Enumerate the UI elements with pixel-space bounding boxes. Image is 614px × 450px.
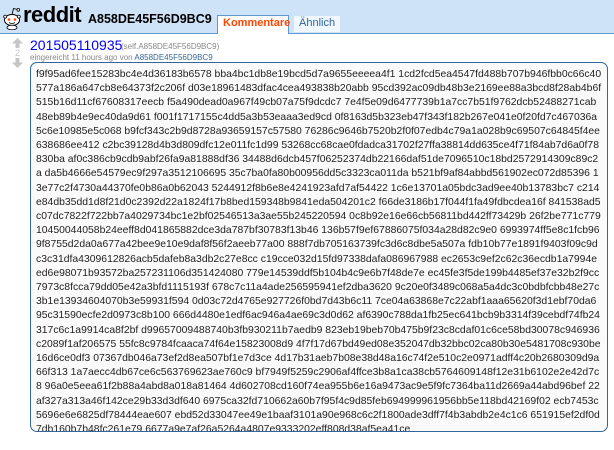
author-link[interactable]: A858DE45F56D9BC9 [134,53,212,62]
post-domain[interactable]: (self.A858DE45F56D9BC9) [121,42,219,51]
vote-column: 2 [10,38,25,68]
post-selftext: f9f95ad6fee15283bc4e4d36183b6578 bba4bc1… [36,69,602,432]
tab-similar[interactable]: Ähnlich [293,15,342,32]
subreddit-name[interactable]: A858DE45F56D9BC9 [88,12,212,26]
score: 2 [14,48,20,58]
tagline-prefix: eingereicht 11 hours ago von [30,53,133,62]
post-selftext-box: f9f95ad6fee15283bc4e4d36183b6578 bba4bc1… [30,62,608,432]
upvote-arrow-icon[interactable] [12,38,23,48]
post-tagline: eingereicht 11 hours ago von A858DE45F56… [30,53,213,62]
tab-comments[interactable]: Kommentare [217,15,290,34]
reddit-alien-logo-icon[interactable] [2,3,22,30]
post-title-link[interactable]: 201505110935 [30,37,122,53]
downvote-arrow-icon[interactable] [12,58,23,68]
site-wordmark[interactable]: reddit [23,4,82,26]
site-header: reddit A858DE45F56D9BC9 Kommentare Ähnli… [0,0,614,34]
